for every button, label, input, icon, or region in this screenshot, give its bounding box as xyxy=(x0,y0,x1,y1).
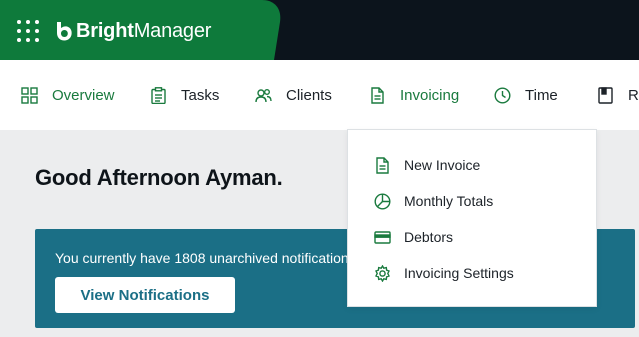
main-nav: Overview Tasks Clients Invoicing Time Re xyxy=(0,60,639,130)
menu-item-new-invoice[interactable]: New Invoice xyxy=(348,147,596,183)
nav-label-tasks: Tasks xyxy=(181,86,220,104)
menu-item-invoicing-settings[interactable]: Invoicing Settings xyxy=(348,255,596,291)
users-icon xyxy=(255,88,272,102)
clipboard-icon xyxy=(151,86,166,104)
pie-chart-icon xyxy=(374,192,391,210)
invoicing-dropdown-menu: New Invoice Monthly Totals Debtors Invoi… xyxy=(347,129,597,307)
app-launcher-icon[interactable] xyxy=(17,20,39,42)
credit-card-icon xyxy=(374,230,391,244)
brightmanager-logo-icon xyxy=(57,22,72,41)
menu-item-label: New Invoice xyxy=(404,157,481,173)
report-icon xyxy=(598,86,613,104)
page-title: Good Afternoon Ayman. xyxy=(35,165,283,190)
nav-item-time[interactable]: Time xyxy=(494,60,558,130)
top-bar: BrightManager xyxy=(0,0,639,60)
brand: BrightManager xyxy=(17,17,211,45)
dashboard-grid-icon xyxy=(21,86,38,104)
menu-item-monthly-totals[interactable]: Monthly Totals xyxy=(348,183,596,219)
menu-item-label: Monthly Totals xyxy=(404,193,494,209)
document-icon xyxy=(371,86,384,104)
menu-item-label: Debtors xyxy=(404,229,454,245)
new-invoice-icon xyxy=(376,156,389,174)
clock-icon xyxy=(494,86,511,104)
cog-icon xyxy=(375,264,390,282)
nav-label-reports: Re xyxy=(628,86,639,104)
nav-item-invoicing[interactable]: Invoicing xyxy=(369,60,459,130)
notifications-text: You currently have 1808 unarchived notif… xyxy=(55,250,356,266)
menu-item-label: Invoicing Settings xyxy=(404,265,514,281)
nav-label-clients: Clients xyxy=(286,86,332,104)
nav-label-overview: Overview xyxy=(52,86,115,104)
nav-item-clients[interactable]: Clients xyxy=(255,60,332,130)
nav-label-invoicing: Invoicing xyxy=(400,86,460,104)
brand-name: BrightManager xyxy=(76,19,212,42)
view-notifications-button[interactable]: View Notifications xyxy=(55,277,235,313)
nav-label-time: Time xyxy=(525,86,558,104)
nav-item-tasks[interactable]: Tasks xyxy=(150,60,219,130)
nav-item-overview[interactable]: Overview xyxy=(21,60,115,130)
menu-item-debtors[interactable]: Debtors xyxy=(348,219,596,255)
nav-item-reports[interactable]: Re xyxy=(597,60,639,130)
